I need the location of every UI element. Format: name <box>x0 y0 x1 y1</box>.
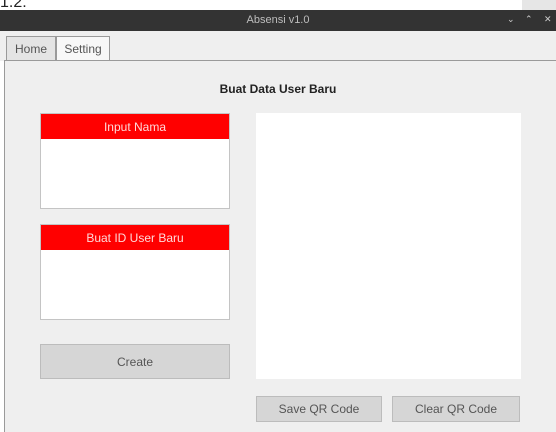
tab-bar: Home Setting <box>0 31 556 61</box>
user-id-group: Buat ID User Baru <box>40 224 230 320</box>
user-id-label: Buat ID User Baru <box>41 225 229 250</box>
input-nama-field[interactable] <box>41 139 229 208</box>
clear-qr-button[interactable]: Clear QR Code <box>392 396 520 422</box>
tab-setting[interactable]: Setting <box>56 36 110 61</box>
create-button[interactable]: Create <box>40 344 230 379</box>
page-title: Buat Data User Baru <box>219 82 337 96</box>
input-nama-group: Input Nama <box>40 113 230 209</box>
save-qr-button[interactable]: Save QR Code <box>256 396 382 422</box>
tab-home[interactable]: Home <box>6 36 56 61</box>
user-id-field[interactable] <box>41 250 229 319</box>
page-edge-strip <box>522 0 556 10</box>
maximize-icon[interactable]: ⌃ <box>525 14 533 25</box>
input-nama-label: Input Nama <box>41 114 229 139</box>
window-titlebar[interactable]: Absensi v1.0 ⌄ ⌃ ✕ <box>0 10 556 31</box>
close-icon[interactable]: ✕ <box>544 14 552 25</box>
minimize-icon[interactable]: ⌄ <box>507 14 515 25</box>
window-title: Absensi v1.0 <box>246 14 310 26</box>
qr-code-display <box>256 113 521 379</box>
